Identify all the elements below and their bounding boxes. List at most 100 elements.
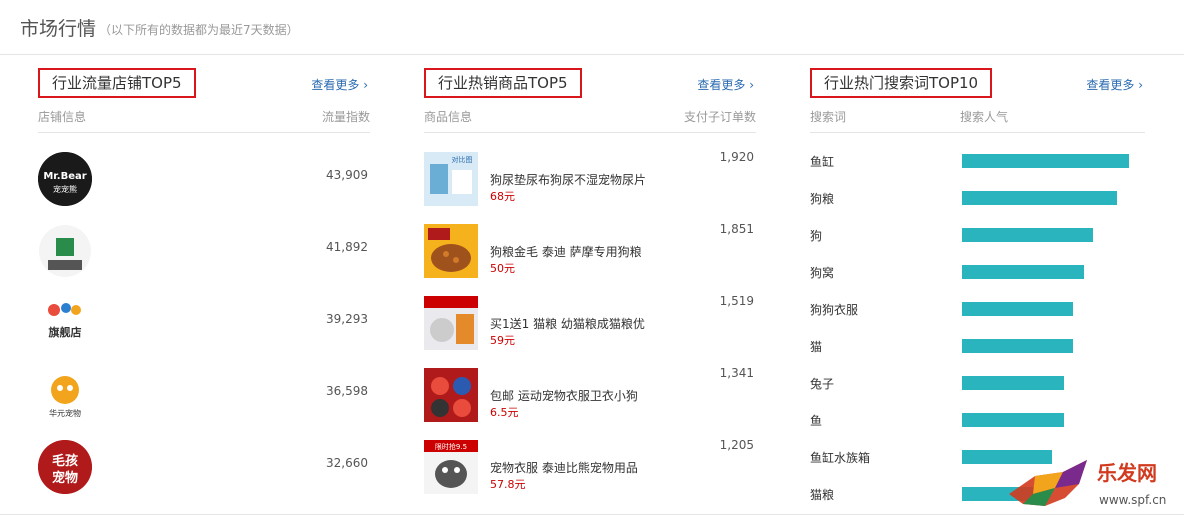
shop-logo[interactable] [38, 224, 92, 278]
product-price: 59元 [490, 334, 515, 347]
product-name[interactable]: 宠物衣服 泰迪比熊宠物用品 [490, 438, 670, 478]
product-name[interactable]: 狗尿垫尿布狗尿不湿宠物尿片 [490, 150, 670, 190]
keywords-column-header: 搜索词 搜索人气 [810, 108, 1145, 133]
shop-logo-text: 旗舰店 [49, 325, 82, 339]
keyword-popularity-bar [962, 302, 1073, 316]
keyword-term[interactable]: 狗窝 [810, 264, 834, 281]
keyword-term[interactable]: 鱼缸 [810, 153, 834, 170]
col-traffic-index: 流量指数 [321, 110, 370, 124]
shop-traffic-value: 32,660 [326, 456, 368, 470]
product-image[interactable] [424, 296, 478, 350]
shop-logo-text: 华元宠物 [49, 408, 81, 418]
product-image[interactable]: 对比图 [424, 152, 478, 206]
keyword-term[interactable]: 鱼 [810, 412, 822, 429]
product-order-count: 1,920 [719, 150, 754, 164]
shop-row[interactable]: 41,892 [38, 224, 370, 284]
keyword-row[interactable]: 狗粮 [810, 188, 1145, 208]
keyword-row[interactable]: 猫 [810, 336, 1145, 356]
shop-row[interactable]: 华元宠物 36,598 [38, 368, 370, 428]
product-order-count: 1,519 [719, 294, 754, 308]
keyword-term[interactable]: 猫粮 [810, 486, 834, 503]
col-shop-info: 店铺信息 [38, 110, 87, 124]
col-search-popularity: 搜索人气 [960, 110, 1009, 124]
shop-traffic-value: 39,293 [326, 312, 368, 326]
shops-more-link[interactable]: 查看更多 › [311, 76, 368, 93]
product-name[interactable]: 狗粮金毛 泰迪 萨摩专用狗粮 [490, 222, 670, 262]
panel-title-keywords: 行业热门搜索词TOP10 [810, 68, 993, 98]
product-title[interactable]: 狗尿垫尿布狗尿不湿宠物尿片 [490, 173, 646, 187]
svg-text:毛孩: 毛孩 [52, 453, 78, 469]
keyword-term[interactable]: 兔子 [810, 375, 834, 392]
keyword-row[interactable]: 兔子 [810, 373, 1145, 393]
keyword-row[interactable]: 狗窝 [810, 262, 1145, 282]
keyword-popularity-bar [962, 191, 1117, 205]
keyword-row[interactable]: 狗狗衣服 [810, 299, 1145, 319]
panel-title-products: 行业热销商品TOP5 [424, 68, 582, 98]
top-shops-panel: 行业流量店铺TOP5 查看更多 › 店铺信息 流量指数 Mr.Bear 宠宠熊 43… [38, 68, 370, 508]
product-title[interactable]: 包邮 运动宠物衣服卫衣小狗 [490, 389, 638, 403]
shop-logo-text: Mr.Bear [43, 171, 86, 182]
keyword-term[interactable]: 狗狗衣服 [810, 301, 858, 318]
shop-logo[interactable]: Mr.Bear 宠宠熊 [38, 152, 92, 206]
product-row[interactable]: 对比图狗尿垫尿布狗尿不湿宠物尿片 68元 1,920 [424, 150, 756, 214]
watermark-logo: 乐发网 www.spf.cn [1005, 454, 1181, 514]
shop-logo[interactable]: 华元宠物 [38, 368, 92, 422]
shop-traffic-value: 36,598 [326, 384, 368, 398]
shop-traffic-value: 41,892 [326, 240, 368, 254]
keyword-popularity-bar [962, 413, 1064, 427]
keyword-popularity-bar [962, 265, 1085, 279]
keyword-row[interactable]: 鱼缸 [810, 151, 1145, 171]
product-row[interactable]: 买1送1 猫粮 幼猫粮成猫粮优 59元 1,519 [424, 294, 756, 358]
products-column-header: 商品信息 支付子订单数 [424, 108, 756, 133]
shop-logo[interactable]: 旗舰店 [38, 296, 92, 350]
keyword-popularity-track [962, 376, 1132, 390]
shop-logo-sub: 宠宠熊 [53, 184, 77, 194]
product-img-label: 对比图 [452, 155, 473, 164]
keyword-term[interactable]: 狗 [810, 227, 822, 244]
page-title: 市场行情 [20, 18, 97, 40]
keyword-popularity-track [962, 191, 1132, 205]
keyword-popularity-bar [962, 154, 1129, 168]
product-name[interactable]: 包邮 运动宠物衣服卫衣小狗 [490, 366, 670, 406]
keywords-more-link[interactable]: 查看更多 › [1086, 76, 1143, 93]
col-search-term: 搜索词 [810, 110, 847, 124]
shops-column-header: 店铺信息 流量指数 [38, 108, 370, 133]
product-row[interactable]: 狗粮金毛 泰迪 萨摩专用狗粮 50元 1,851 [424, 222, 756, 286]
product-title[interactable]: 买1送1 猫粮 幼猫粮成猫粮优 [490, 317, 645, 331]
keyword-popularity-bar [962, 339, 1073, 353]
keyword-term[interactable]: 猫 [810, 338, 822, 355]
shop-logo[interactable]: 毛孩 宠物 [38, 440, 92, 494]
product-row[interactable]: 限时抢9.5 宠物衣服 泰迪比熊宠物用品 57.8元 1,205 [424, 438, 756, 502]
product-image[interactable] [424, 224, 478, 278]
product-img-label: 限时抢9.5 [435, 442, 467, 451]
keyword-popularity-bar [962, 376, 1064, 390]
product-title[interactable]: 宠物衣服 泰迪比熊宠物用品 [490, 461, 638, 475]
product-image[interactable]: 限时抢9.5 [424, 440, 478, 494]
shop-row[interactable]: Mr.Bear 宠宠熊 43,909 [38, 152, 370, 212]
keyword-row[interactable]: 鱼 [810, 410, 1145, 430]
product-price: 57.8元 [490, 478, 526, 491]
col-product-info: 商品信息 [424, 110, 473, 124]
page-subtitle: （以下所有的数据都为最近7天数据） [99, 23, 299, 37]
product-title[interactable]: 狗粮金毛 泰迪 萨摩专用狗粮 [490, 245, 642, 259]
keyword-popularity-track [962, 339, 1132, 353]
product-price: 68元 [490, 190, 515, 203]
top-keywords-panel: 行业热门搜索词TOP10 查看更多 › 搜索词 搜索人气 鱼缸狗粮狗狗窝狗狗衣服… [810, 68, 1145, 508]
watermark-brand: 乐发网 [1097, 461, 1157, 485]
product-order-count: 1,205 [719, 438, 754, 452]
product-row[interactable]: 包邮 运动宠物衣服卫衣小狗 6.5元 1,341 [424, 366, 756, 430]
shop-traffic-value: 43,909 [326, 168, 368, 182]
shop-row[interactable]: 毛孩 宠物 32,660 [38, 440, 370, 500]
keyword-term[interactable]: 鱼缸水族箱 [810, 449, 870, 466]
bottom-divider [0, 514, 1184, 515]
keyword-popularity-track [962, 228, 1132, 242]
shop-row[interactable]: 旗舰店 39,293 [38, 296, 370, 356]
products-more-link[interactable]: 查看更多 › [697, 76, 754, 93]
product-image[interactable] [424, 368, 478, 422]
product-order-count: 1,341 [719, 366, 754, 380]
keyword-term[interactable]: 狗粮 [810, 190, 834, 207]
keyword-row[interactable]: 狗 [810, 225, 1145, 245]
keyword-popularity-track [962, 154, 1132, 168]
product-price: 6.5元 [490, 406, 519, 419]
product-name[interactable]: 买1送1 猫粮 幼猫粮成猫粮优 [490, 294, 670, 334]
